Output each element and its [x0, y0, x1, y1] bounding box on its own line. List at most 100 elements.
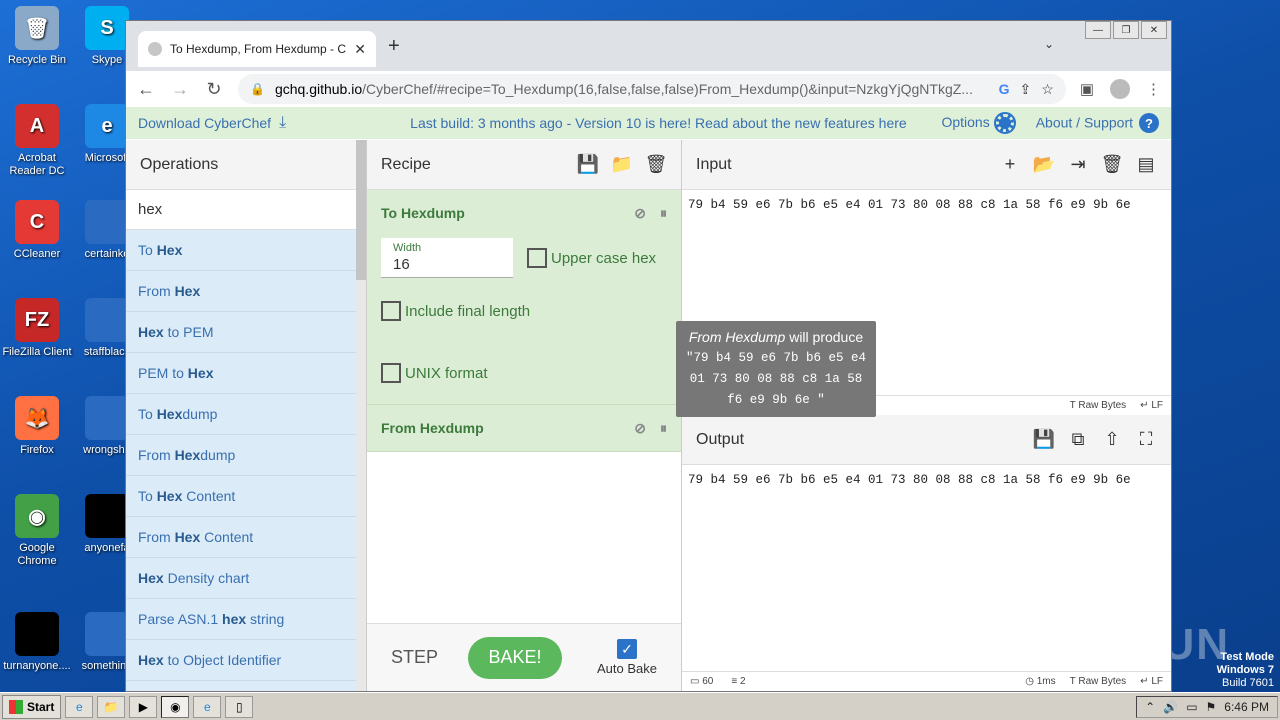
volume-icon[interactable]: 🔊	[1163, 700, 1178, 714]
system-tray: ⌃ 🔊 ▭ ⚑ 6:46 PM	[1136, 695, 1278, 718]
options-link[interactable]: Options	[941, 112, 1016, 135]
desktop-icon[interactable]: FZ FileZilla Client	[0, 298, 74, 359]
op-text: From	[138, 529, 175, 545]
desktop-icon[interactable]: ◉ Google Chrome	[0, 494, 74, 568]
operation-item[interactable]: Object Identifier to Hex	[126, 681, 366, 691]
start-button[interactable]: Start	[2, 694, 62, 719]
maximize-output-icon[interactable]: ⛶	[1135, 429, 1157, 450]
help-icon: ?	[1139, 113, 1159, 133]
url-text[interactable]: gchq.github.io/CyberChef/#recipe=To_Hexd…	[275, 81, 989, 97]
raw-bytes-option[interactable]: T Raw Bytes	[1070, 400, 1127, 411]
tray-expand-icon[interactable]: ⌃	[1145, 700, 1155, 714]
favicon-icon	[148, 42, 162, 56]
bake-button[interactable]: BAKE!	[468, 636, 563, 679]
step-button[interactable]: STEP	[391, 647, 438, 668]
eol-option[interactable]: ↵ LF	[1140, 676, 1163, 687]
desktop-icon[interactable]: 🦊 Firefox	[0, 396, 74, 457]
tab-close-icon[interactable]: ✕	[354, 41, 366, 58]
operation-item[interactable]: To Hex dump	[126, 394, 366, 435]
forward-arrow-icon[interactable]: →	[170, 79, 190, 100]
download-link[interactable]: Download CyberChef ⤓	[138, 114, 286, 132]
close-window-button[interactable]: ✕	[1141, 21, 1167, 39]
add-tab-plus-icon[interactable]: +	[999, 154, 1021, 175]
browser-tab[interactable]: To Hexdump, From Hexdump - CyberChef ✕	[138, 31, 376, 67]
bookmark-star-icon[interactable]: ☆	[1041, 81, 1054, 98]
save-recipe-icon[interactable]: 💾	[577, 154, 599, 175]
raw-bytes-option[interactable]: T Raw Bytes	[1070, 676, 1127, 687]
reset-layout-icon[interactable]: ▤	[1135, 154, 1157, 175]
last-build-link[interactable]: Last build: 3 months ago - Version 10 is…	[410, 115, 907, 131]
copy-output-icon[interactable]: ⧉	[1067, 429, 1089, 450]
operation-item[interactable]: Hex to PEM	[126, 312, 366, 353]
operation-item[interactable]: From Hex Content	[126, 517, 366, 558]
operation-item[interactable]: From Hex dump	[126, 435, 366, 476]
app-icon	[15, 612, 59, 656]
recipe-pane: Recipe 💾 📁 🗑 To Hexdump ⊘ ⏸ Width 16 Upp…	[367, 140, 682, 691]
desktop-icon[interactable]: turnanyone....	[0, 612, 74, 673]
output-text[interactable]: 79 b4 59 e6 7b b6 e5 e4 01 73 80 08 88 c…	[682, 465, 1171, 671]
load-recipe-folder-icon[interactable]: 📁	[611, 154, 633, 175]
operation-item[interactable]: Hex Density chart	[126, 558, 366, 599]
profile-avatar[interactable]	[1110, 79, 1130, 99]
eol-option[interactable]: ↵ LF	[1140, 400, 1163, 411]
operation-item[interactable]: To Hex	[126, 230, 366, 271]
save-output-icon[interactable]: 💾	[1033, 429, 1055, 450]
replace-input-icon[interactable]: ⇧	[1101, 429, 1123, 450]
clear-recipe-trash-icon[interactable]: 🗑	[645, 154, 668, 175]
side-panel-icon[interactable]: ▣	[1080, 80, 1094, 98]
pause-icon[interactable]: ⏸	[660, 205, 667, 222]
width-field[interactable]: Width 16	[381, 238, 513, 278]
checkbox-label: Include final length	[405, 302, 531, 320]
google-icon[interactable]: G	[999, 81, 1010, 97]
checkbox-label: Upper case hex	[551, 249, 657, 267]
operation-item[interactable]: Hex to Object Identifier	[126, 640, 366, 681]
include-final-length-checkbox[interactable]: Include final length	[381, 301, 530, 321]
disable-icon[interactable]: ⊘	[634, 205, 646, 222]
operation-item[interactable]: PEM to Hex	[126, 353, 366, 394]
disable-icon[interactable]: ⊘	[634, 420, 646, 437]
maximize-button[interactable]: ❐	[1113, 21, 1139, 39]
open-folder-icon[interactable]: 📂	[1033, 154, 1055, 175]
about-link[interactable]: About / Support?	[1036, 113, 1159, 133]
operation-item[interactable]: From Hex	[126, 271, 366, 312]
to-hexdump-step[interactable]: To Hexdump ⊘ ⏸ Width 16 Upper case hex In…	[367, 190, 681, 405]
desktop-icon[interactable]: C CCleaner	[0, 200, 74, 261]
app-icon: e	[85, 104, 129, 148]
notepad-taskbar-icon[interactable]: ▯	[225, 695, 254, 718]
gear-icon	[993, 112, 1016, 135]
from-hexdump-step[interactable]: From Hexdump ⊘ ⏸	[367, 405, 681, 452]
clear-input-trash-icon[interactable]: 🗑	[1101, 154, 1124, 175]
share-icon[interactable]: ⇪	[1020, 81, 1032, 98]
operations-search-input[interactable]: hex	[126, 190, 366, 230]
auto-bake-toggle[interactable]: ✓ Auto Bake	[597, 639, 657, 676]
browser-window: To Hexdump, From Hexdump - CyberChef ✕ +…	[125, 20, 1172, 692]
chrome-taskbar-icon[interactable]: ◉	[161, 695, 190, 718]
reload-icon[interactable]: ↻	[204, 79, 224, 100]
length-value: 60	[702, 676, 714, 687]
flag-icon[interactable]: ⚑	[1206, 700, 1217, 714]
explorer-taskbar-icon[interactable]: 📁	[97, 695, 126, 718]
back-arrow-icon[interactable]: ←	[136, 79, 156, 100]
checkbox-box	[381, 363, 401, 383]
upper-case-hex-checkbox[interactable]: Upper case hex	[527, 248, 656, 268]
minimize-button[interactable]: —	[1085, 21, 1111, 39]
operations-scrollbar[interactable]	[356, 140, 366, 691]
ie-taskbar-icon[interactable]: e	[65, 695, 94, 718]
operation-item[interactable]: Parse ASN.1 hex string	[126, 599, 366, 640]
network-icon[interactable]: ▭	[1186, 700, 1197, 714]
desktop-icon[interactable]: 🗑 Recycle Bin	[0, 6, 74, 67]
tab-search-chevron-icon[interactable]: ⌄	[1044, 37, 1054, 51]
window-controls: — ❐ ✕	[1085, 21, 1167, 39]
open-file-icon[interactable]: ⇥	[1067, 154, 1089, 175]
media-player-taskbar-icon[interactable]: ▶	[129, 695, 158, 718]
checkbox-box	[527, 248, 547, 268]
unix-format-checkbox[interactable]: UNIX format	[381, 363, 488, 383]
menu-dots-icon[interactable]: ⋮	[1146, 80, 1161, 98]
edge-taskbar-icon[interactable]: e	[193, 695, 222, 718]
clock[interactable]: 6:46 PM	[1224, 700, 1269, 714]
desktop-icon[interactable]: A Acrobat Reader DC	[0, 104, 74, 178]
operation-item[interactable]: To Hex Content	[126, 476, 366, 517]
new-tab-button[interactable]: +	[388, 35, 400, 58]
address-bar[interactable]: 🔒 gchq.github.io/CyberChef/#recipe=To_He…	[238, 74, 1066, 104]
pause-icon[interactable]: ⏸	[660, 420, 667, 437]
